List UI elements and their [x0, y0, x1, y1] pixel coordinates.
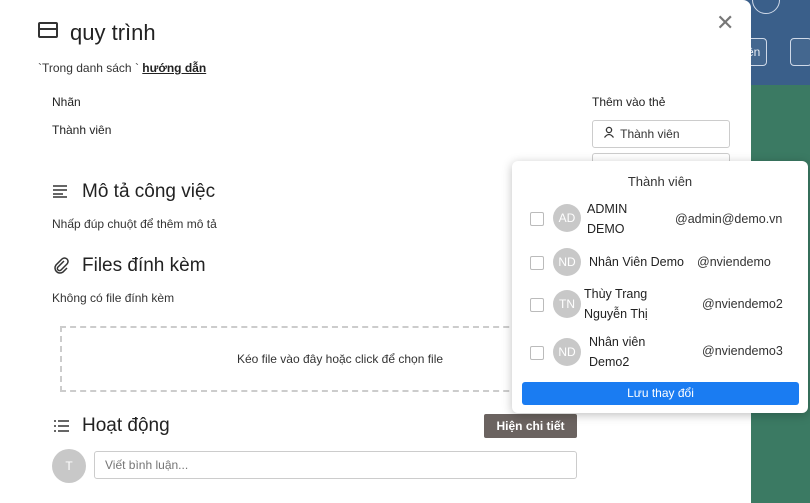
description-icon — [52, 182, 68, 203]
member-name: Nhân viên Demo2 — [589, 335, 646, 369]
member-username: @nviendemo3 — [702, 344, 783, 358]
member-name: ADMIN DEMO — [587, 202, 628, 236]
member-username: @admin@demo.vn — [675, 212, 783, 226]
board-header-trash-button[interactable] — [790, 38, 810, 66]
user-icon — [603, 121, 617, 147]
member-avatar: ND — [553, 338, 581, 366]
members-button[interactable]: Thành viên — [592, 120, 730, 148]
member-checkbox[interactable] — [530, 256, 544, 270]
activity-title: Hoạt động — [82, 415, 170, 436]
member-checkbox[interactable] — [530, 346, 544, 360]
member-avatar: ND — [553, 248, 581, 276]
activity-icon — [53, 417, 69, 438]
show-details-button[interactable]: Hiện chi tiết — [484, 414, 577, 438]
description-title: Mô tả công việc — [82, 181, 216, 202]
members-popup: Thành viên AD ADMIN DEMO @admin@demo.vn … — [512, 161, 808, 413]
member-name: Thùy Trang Nguyễn Thị — [584, 287, 648, 321]
popup-title: Thành viên — [627, 174, 693, 189]
comment-input[interactable] — [94, 451, 577, 479]
add-to-card-label: Thêm vào thẻ — [592, 95, 666, 109]
labels-label: Nhãn — [52, 95, 81, 109]
member-row[interactable]: TN Thùy Trang Nguyễn Thị @nviendemo2 — [512, 282, 808, 326]
member-name: Nhân Viên Demo — [589, 255, 684, 269]
card-title[interactable]: quy trình — [70, 20, 156, 46]
card-icon — [38, 22, 58, 38]
member-username: @nviendemo2 — [702, 297, 783, 311]
member-checkbox[interactable] — [530, 298, 544, 312]
attachments-empty-text: Không có file đính kèm — [52, 291, 175, 305]
member-row[interactable]: AD ADMIN DEMO @admin@demo.vn — [512, 196, 808, 240]
list-info: `Trong danh sách ` hướng dẫn — [38, 61, 206, 75]
member-row[interactable]: ND Nhân viên Demo2 @nviendemo3 — [512, 330, 808, 374]
attachments-title: Files đính kèm — [82, 255, 206, 276]
list-prefix: `Trong danh sách ` — [38, 61, 139, 75]
close-icon[interactable]: ✕ — [716, 12, 734, 34]
member-avatar: TN — [553, 290, 581, 318]
paperclip-icon — [52, 256, 70, 279]
member-avatar: AD — [553, 204, 581, 232]
members-button-label: Thành viên — [620, 127, 680, 141]
members-label: Thành viên — [52, 123, 112, 137]
description-placeholder[interactable]: Nhấp đúp chuột để thêm mô tả — [52, 217, 217, 231]
member-row[interactable]: ND Nhân Viên Demo @nviendemo — [512, 240, 808, 284]
avatar: T — [52, 449, 86, 483]
list-link[interactable]: hướng dẫn — [142, 61, 206, 75]
save-changes-button[interactable]: Lưu thay đổi — [522, 382, 799, 405]
member-username: @nviendemo — [697, 255, 771, 269]
member-checkbox[interactable] — [530, 212, 544, 226]
